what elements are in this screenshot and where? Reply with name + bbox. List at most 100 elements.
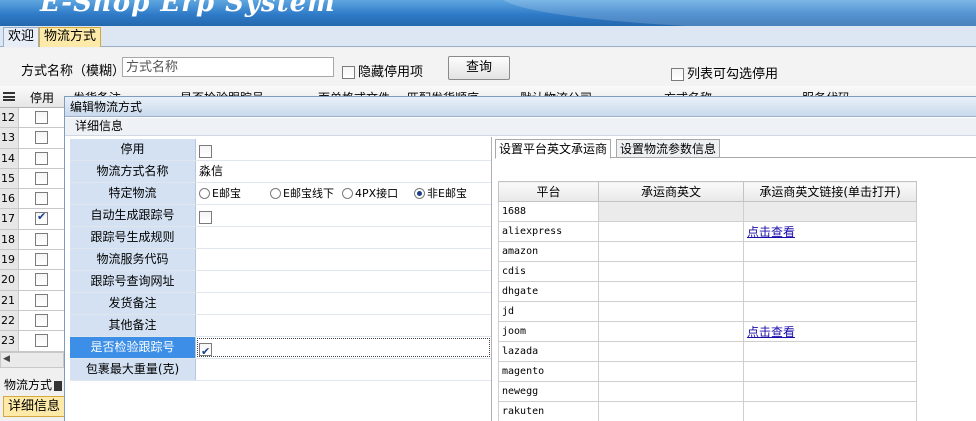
table-row[interactable]: 20	[0, 270, 64, 291]
field-ship-note: 发货备注	[70, 293, 491, 315]
row-disabled-checkbox[interactable]	[35, 253, 48, 267]
method-name-value[interactable]: 淼信	[196, 161, 491, 182]
column-menu-icon[interactable]	[3, 92, 15, 101]
view-link[interactable]: 点击查看	[747, 225, 795, 239]
carrier-en-cell[interactable]	[598, 361, 744, 382]
table-row[interactable]: 19	[0, 250, 64, 271]
max-weight-input[interactable]	[196, 359, 491, 380]
radio-button[interactable]	[342, 187, 353, 199]
main-tab-bar: 欢迎 物流方式	[0, 26, 976, 47]
table-row[interactable]: 15	[0, 168, 64, 190]
radio-non-eub[interactable]: 非E邮宝	[414, 183, 467, 204]
radio-eub[interactable]: E邮宝	[199, 183, 241, 204]
grid-horizontal-scrollbar[interactable]: ◀	[0, 352, 64, 368]
other-note-input[interactable]	[196, 315, 491, 336]
table-row[interactable]: 14	[0, 148, 64, 169]
tab-welcome[interactable]: 欢迎	[3, 27, 40, 47]
th-platform: 平台	[498, 181, 599, 202]
row-disabled-checkbox[interactable]	[35, 111, 48, 124]
table-row[interactable]: 12	[0, 108, 64, 129]
carrier-en-cell[interactable]	[598, 401, 744, 421]
carrier-en-cell[interactable]	[598, 221, 744, 242]
scroll-left-icon[interactable]: ◀	[3, 354, 10, 364]
table-row[interactable]: 21	[0, 290, 64, 311]
carrier-row[interactable]: joom 点击查看	[498, 321, 917, 342]
row-number: 12	[0, 108, 19, 128]
carrier-en-cell[interactable]	[598, 201, 744, 222]
carrier-en-cell[interactable]	[598, 321, 744, 342]
row-number: 23	[0, 331, 19, 351]
row-disabled-checkbox[interactable]	[35, 334, 48, 348]
row-disabled-checkbox[interactable]	[35, 171, 48, 185]
carrier-row[interactable]: rakuten	[498, 401, 917, 421]
field-other-note: 其他备注	[70, 315, 491, 337]
carrier-row[interactable]: magento	[498, 361, 917, 382]
row-number: 22	[0, 310, 19, 331]
auto-track-checkbox[interactable]	[199, 210, 212, 224]
carrier-link-cell	[743, 301, 917, 322]
carrier-en-cell[interactable]	[598, 381, 744, 402]
table-row[interactable]: 23	[0, 331, 64, 352]
row-disabled-checkbox[interactable]	[35, 232, 48, 246]
verify-track-checkbox[interactable]	[199, 341, 212, 362]
field-label: 物流方式名称	[70, 161, 196, 182]
carrier-en-cell[interactable]	[598, 341, 744, 362]
carrier-row[interactable]: newegg	[498, 381, 917, 402]
carrier-row[interactable]: amazon	[498, 241, 917, 262]
radio-button[interactable]	[270, 187, 281, 199]
carrier-row[interactable]: dhgate	[498, 281, 917, 302]
field-auto-track: 自动生成跟踪号	[70, 205, 491, 227]
platform-cell: magento	[498, 361, 599, 382]
row-disabled-checkbox[interactable]	[35, 273, 48, 287]
hide-disabled-option[interactable]: 隐藏停用项	[342, 61, 423, 80]
tab-logistics-methods[interactable]: 物流方式	[39, 27, 102, 47]
radio-button-selected[interactable]	[414, 187, 425, 199]
row-disabled-checkbox[interactable]	[35, 210, 48, 226]
table-row[interactable]: 13	[0, 128, 64, 149]
carrier-panel: 设置平台英文承运商 设置物流参数信息 平台 承运商英文 承运商英文链接(单击打开…	[495, 139, 976, 421]
radio-4px[interactable]: 4PX接口	[342, 183, 398, 204]
carrier-row[interactable]: jd	[498, 301, 917, 322]
row-disabled-checkbox[interactable]	[35, 293, 48, 307]
list-checkable-option[interactable]: 列表可勾选停用	[671, 63, 778, 82]
carrier-row[interactable]: lazada	[498, 341, 917, 362]
row-disabled-checkbox[interactable]	[35, 131, 48, 145]
view-link[interactable]: 点击查看	[747, 325, 795, 339]
carrier-row[interactable]: cdis	[498, 261, 917, 282]
platform-cell: amazon	[498, 241, 599, 262]
row-disabled-checkbox[interactable]	[35, 313, 48, 327]
collapse-icon[interactable]	[54, 380, 63, 391]
carrier-row[interactable]: aliexpress 点击查看	[498, 221, 917, 242]
table-row[interactable]: 17	[0, 209, 64, 230]
row-disabled-checkbox[interactable]	[35, 151, 48, 165]
col-disabled[interactable]: 停用	[30, 89, 54, 106]
carrier-en-cell[interactable]	[598, 301, 744, 322]
carrier-en-cell[interactable]	[598, 261, 744, 282]
hide-disabled-checkbox[interactable]	[342, 66, 355, 79]
carrier-row[interactable]: 1688	[498, 201, 917, 222]
panel-splitter[interactable]	[491, 137, 492, 421]
service-code-input[interactable]	[196, 249, 491, 270]
bottom-tab-details[interactable]: 详细信息	[3, 396, 66, 417]
banner-swoosh	[500, 0, 976, 26]
radio-eub-offline[interactable]: E邮宝线下	[270, 183, 334, 204]
disabled-checkbox[interactable]	[199, 144, 212, 158]
tab-logistics-params[interactable]: 设置物流参数信息	[616, 139, 721, 158]
row-disabled-checkbox[interactable]	[35, 192, 48, 206]
method-name-input[interactable]	[122, 57, 334, 77]
ship-note-input[interactable]	[196, 293, 491, 314]
table-row[interactable]: 18	[0, 229, 64, 251]
field-max-weight: 包裹最大重量(克)	[70, 359, 491, 381]
table-row[interactable]: 16	[0, 189, 64, 210]
carrier-en-cell[interactable]	[598, 241, 744, 262]
list-checkable-checkbox[interactable]	[671, 68, 684, 81]
track-rule-input[interactable]	[196, 227, 491, 248]
query-button[interactable]: 查询	[448, 56, 510, 80]
app-banner: E-Shop Erp System	[0, 0, 976, 26]
platform-cell: 1688	[498, 201, 599, 222]
tab-platform-carrier[interactable]: 设置平台英文承运商	[495, 139, 612, 159]
radio-button[interactable]	[199, 187, 210, 199]
table-row[interactable]: 22	[0, 310, 64, 332]
track-url-input[interactable]	[196, 271, 491, 292]
carrier-en-cell[interactable]	[598, 281, 744, 302]
